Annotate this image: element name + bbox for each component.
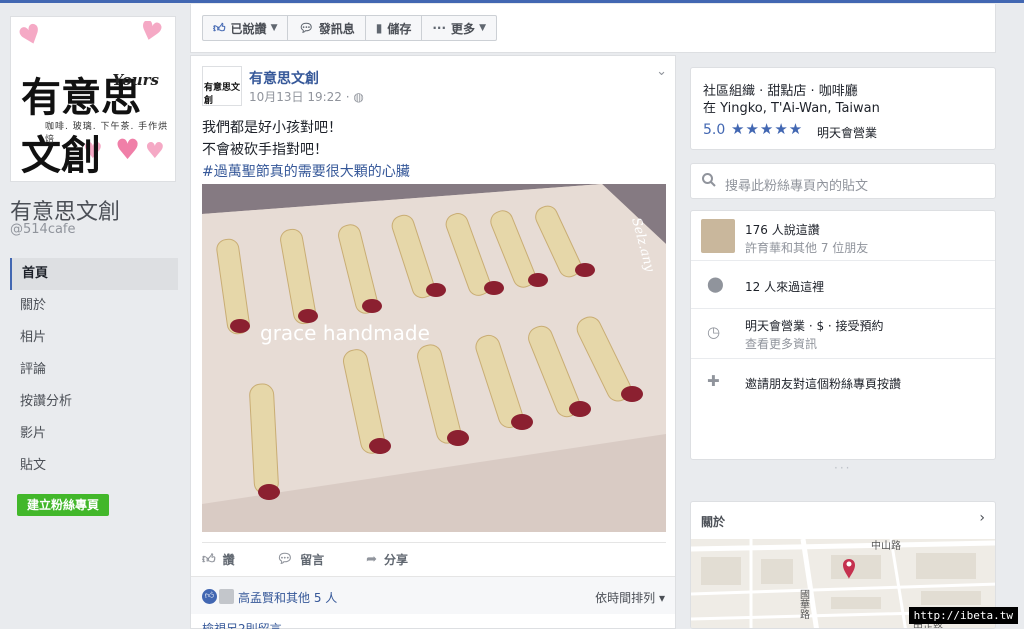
create-page-button[interactable]: 建立粉絲專頁 <box>17 494 110 516</box>
map-label-road1: 中山路 <box>871 539 901 552</box>
more-button[interactable]: ··· 更多 ▼ <box>422 16 496 40</box>
top-accent-bar <box>0 0 1024 3</box>
logo-tagline: 咖啡. 玻璃. 下午茶. 手作烘焙 <box>45 122 169 145</box>
nav-item-likes[interactable]: 按讚分析 <box>10 386 178 418</box>
nav-item-posts[interactable]: 貼文 <box>10 450 178 482</box>
logo-yours: Yours <box>112 71 159 89</box>
comment-icon: 💬︎ <box>276 552 294 567</box>
message-label: 發訊息 <box>318 21 355 36</box>
sort-label: 依時間排列 <box>595 591 656 605</box>
post-author[interactable]: 有意思文創 <box>249 68 319 88</box>
photo-caption: grace handmade <box>260 321 430 345</box>
left-nav: 首頁 關於 相片 評論 按讚分析 影片 貼文 <box>10 258 178 482</box>
more-dots-icon[interactable]: ··· <box>834 461 851 475</box>
liked-button[interactable]: 👍︎ 已說讚 ▼ <box>203 16 289 40</box>
post-line: 我們都是好小孩對吧！ <box>202 120 342 136</box>
post-actions: 👍︎ 讚 💬︎ 留言 ➦ 分享 <box>202 542 666 576</box>
post-meta: 10月13日 19:22 · ◍ <box>249 88 364 105</box>
post-avatar[interactable]: 有意思文創 <box>202 66 242 106</box>
invite-friends-text: 邀請朋友對這個粉絲專頁按讚 <box>745 377 902 391</box>
comment-action-button[interactable]: 💬︎ 留言 <box>277 551 325 568</box>
about-heading[interactable]: 關於 <box>701 513 725 530</box>
post-photo[interactable]: grace handmade Selz.any <box>202 184 666 532</box>
page-location[interactable]: 在 Yingko, T'Ai-Wan, Taiwan <box>703 97 880 116</box>
post-hashtag[interactable]: #過萬聖節真的需要很大顆的心臟 <box>202 161 410 183</box>
checkins-row: ⬤ 12 人來過這裡 <box>691 261 995 309</box>
likes-count: 176 人說這讚 <box>745 223 820 237</box>
reactions-summary[interactable]: 高孟賢和其他 5 人 <box>238 589 337 606</box>
location-pin-icon: ⬤ <box>707 275 724 293</box>
nav-item-reviews[interactable]: 評論 <box>10 354 178 386</box>
nav-item-videos[interactable]: 影片 <box>10 418 178 450</box>
add-friend-icon: ✚ <box>707 372 720 390</box>
bookmark-icon: ▮ <box>375 21 383 35</box>
page-info-card: 社區組織 · 甜點店 · 咖啡廳 在 Yingko, T'Ai-Wan, Tai… <box>690 67 996 150</box>
caret-down-icon: ▼ <box>270 23 278 33</box>
post-card: 有意思文創 有意思文創 10月13日 19:22 · ◍ ⌄ 我們都是好小孩對吧… <box>190 55 676 629</box>
reactor-avatar <box>219 589 234 604</box>
heart-decoration: ♥ <box>15 21 47 55</box>
invite-row[interactable]: ✚ 邀請朋友對這個粉絲專頁按讚 <box>691 359 995 407</box>
friends-avatars <box>701 219 735 253</box>
nav-item-photos[interactable]: 相片 <box>10 322 178 354</box>
photo-illustration: grace handmade Selz.any <box>202 184 666 532</box>
save-button[interactable]: ▮ 儲存 <box>366 16 423 40</box>
hours-row: ◷ 明天會營業 · $ · 接受預約 查看更多資訊 <box>691 309 995 359</box>
hours-detail: 明天會營業 · $ · 接受預約 <box>745 319 884 333</box>
rating-value: 5.0 <box>703 122 726 138</box>
post-timestamp[interactable]: 10月13日 19:22 <box>249 90 342 104</box>
comment-label: 留言 <box>300 553 325 567</box>
heart-decoration: ♥ <box>135 21 166 50</box>
nav-item-home[interactable]: 首頁 <box>10 258 178 290</box>
checkins-count: 12 人來過這裡 <box>745 280 825 294</box>
page-logo: ♥ ♥ ♥ ♥ ♥ 有意思文創 Yours 咖啡. 玻璃. 下午茶. 手作烘焙 <box>15 21 171 177</box>
page-stats-card: 176 人說這讚 許育華和其他 7 位朋友 ⬤ 12 人來過這裡 ◷ 明天會營業… <box>690 210 996 460</box>
likes-friends[interactable]: 許育華和其他 7 位朋友 <box>745 239 868 256</box>
avatar-logo-text: 有意思文創 <box>204 83 241 106</box>
search-icon <box>702 173 716 187</box>
clock-icon: ◷ <box>707 323 721 341</box>
opening-hours: 明天會營業 <box>817 126 878 140</box>
share-action-button[interactable]: ➦ 分享 <box>366 551 408 568</box>
message-button[interactable]: 💬︎ 發訊息 <box>288 16 366 40</box>
more-info-link[interactable]: 查看更多資訊 <box>745 335 817 352</box>
post-text: 我們都是好小孩對吧！ 不會被砍手指對吧！ #過萬聖節真的需要很大顆的心臟 <box>202 117 410 183</box>
search-placeholder: 搜尋此粉絲專頁內的貼文 <box>725 179 869 194</box>
more-dots-icon: ··· <box>432 21 447 35</box>
view-more-comments-link[interactable]: 檢視另2則留言 <box>202 620 282 629</box>
like-label: 讚 <box>222 553 235 567</box>
save-label: 儲存 <box>387 21 412 36</box>
message-icon: 💬︎ <box>298 21 314 35</box>
caret-down-icon: ▼ <box>479 23 486 33</box>
more-label: 更多 <box>451 21 476 36</box>
watermark-text: http://ibeta.tw <box>908 607 1018 624</box>
rating-stars-icon[interactable]: ★★★★★ <box>731 120 803 138</box>
chevron-right-icon[interactable]: › <box>979 510 985 526</box>
action-button-group: 👍︎ 已說讚 ▼ 💬︎ 發訊息 ▮ 儲存 ··· 更多 ▼ <box>202 15 497 41</box>
profile-picture[interactable]: ♥ ♥ ♥ ♥ ♥ 有意思文創 Yours 咖啡. 玻璃. 下午茶. 手作烘焙 <box>10 16 176 182</box>
post-options-chevron-icon[interactable]: ⌄ <box>656 64 667 79</box>
like-action-button[interactable]: 👍︎ 讚 <box>202 551 235 568</box>
globe-icon: ◍ <box>353 90 364 104</box>
likes-row[interactable]: 176 人說這讚 許育華和其他 7 位朋友 <box>691 211 995 261</box>
share-label: 分享 <box>384 553 409 567</box>
liked-label: 已說讚 <box>230 21 267 36</box>
page-post-search[interactable]: 搜尋此粉絲專頁內的貼文 <box>690 163 996 199</box>
reactions-bar: 👍︎ 高孟賢和其他 5 人 依時間排列 ▾ <box>191 576 675 614</box>
nav-item-about[interactable]: 關於 <box>10 290 178 322</box>
map-label-road2: 國華路 <box>798 589 810 620</box>
thumbs-up-icon: 👍︎ <box>202 552 216 567</box>
post-line: 不會被砍手指對吧！ <box>202 142 328 158</box>
comment-sort-dropdown[interactable]: 依時間排列 ▾ <box>595 589 665 606</box>
page-action-bar: 👍︎ 已說讚 ▼ 💬︎ 發訊息 ▮ 儲存 ··· 更多 ▼ <box>190 4 996 53</box>
share-arrow-icon: ➦ <box>366 552 378 567</box>
page-handle[interactable]: @514cafe <box>10 222 76 237</box>
thumbs-up-icon: 👍︎ <box>213 20 226 35</box>
like-reaction-icon: 👍︎ <box>202 589 217 604</box>
